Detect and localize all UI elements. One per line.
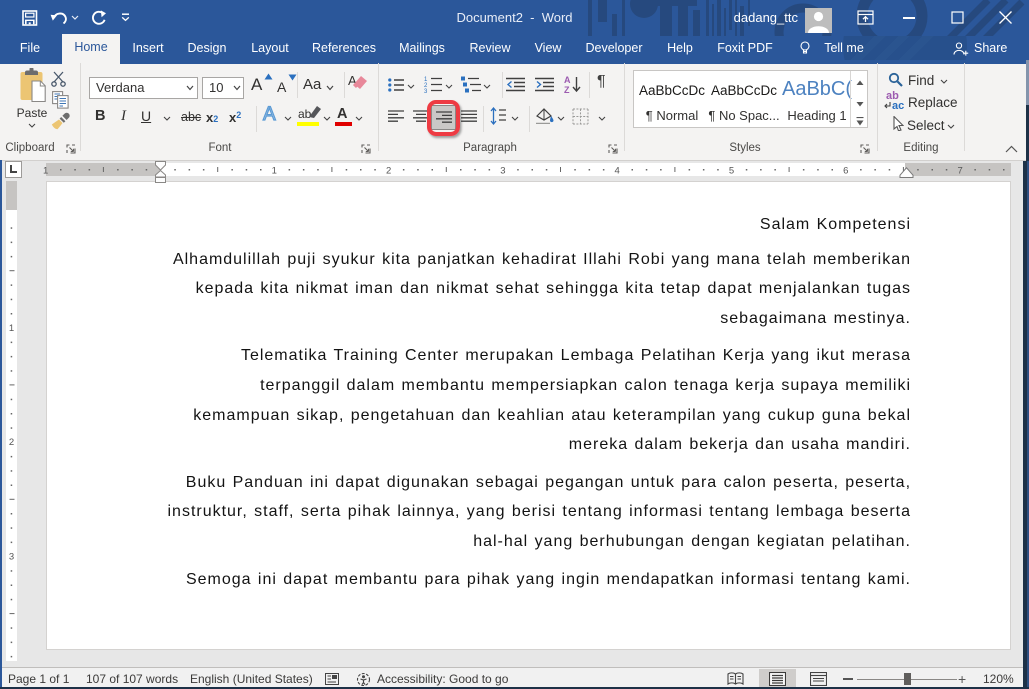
svg-text:2: 2 (386, 166, 391, 177)
svg-text:1: 1 (43, 166, 48, 177)
svg-text:1: 1 (272, 166, 277, 177)
svg-text:7: 7 (957, 166, 962, 177)
svg-text:3: 3 (424, 89, 428, 93)
svg-text:Z: Z (564, 85, 570, 94)
svg-text:3: 3 (500, 166, 505, 177)
svg-text:5: 5 (729, 166, 734, 177)
svg-text:1: 1 (9, 323, 14, 334)
svg-text:4: 4 (615, 166, 620, 177)
svg-text:A: A (564, 75, 571, 85)
svg-text:6: 6 (843, 166, 848, 177)
svg-text:2: 2 (9, 437, 14, 448)
svg-text:3: 3 (9, 551, 14, 562)
